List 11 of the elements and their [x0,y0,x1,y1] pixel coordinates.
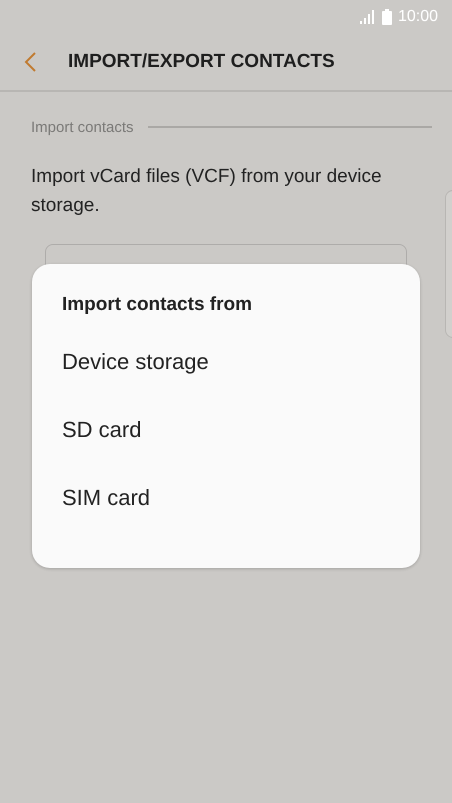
dialog-option[interactable]: SD card [62,396,142,464]
dialog-title: Import contacts from [62,294,252,316]
back-icon[interactable] [24,52,36,72]
status-time: 10:00 [398,8,438,26]
dialog-option[interactable]: Device storage [62,328,209,396]
battery-icon [382,9,392,25]
section-title: Import contacts [31,118,134,136]
dialog-option[interactable]: SIM card [62,464,150,532]
signal-icon [360,10,376,24]
section-description: Import vCard files (VCF) from your device storage. [31,165,383,218]
page-title: IMPORT/EXPORT CONTACTS [68,51,335,73]
